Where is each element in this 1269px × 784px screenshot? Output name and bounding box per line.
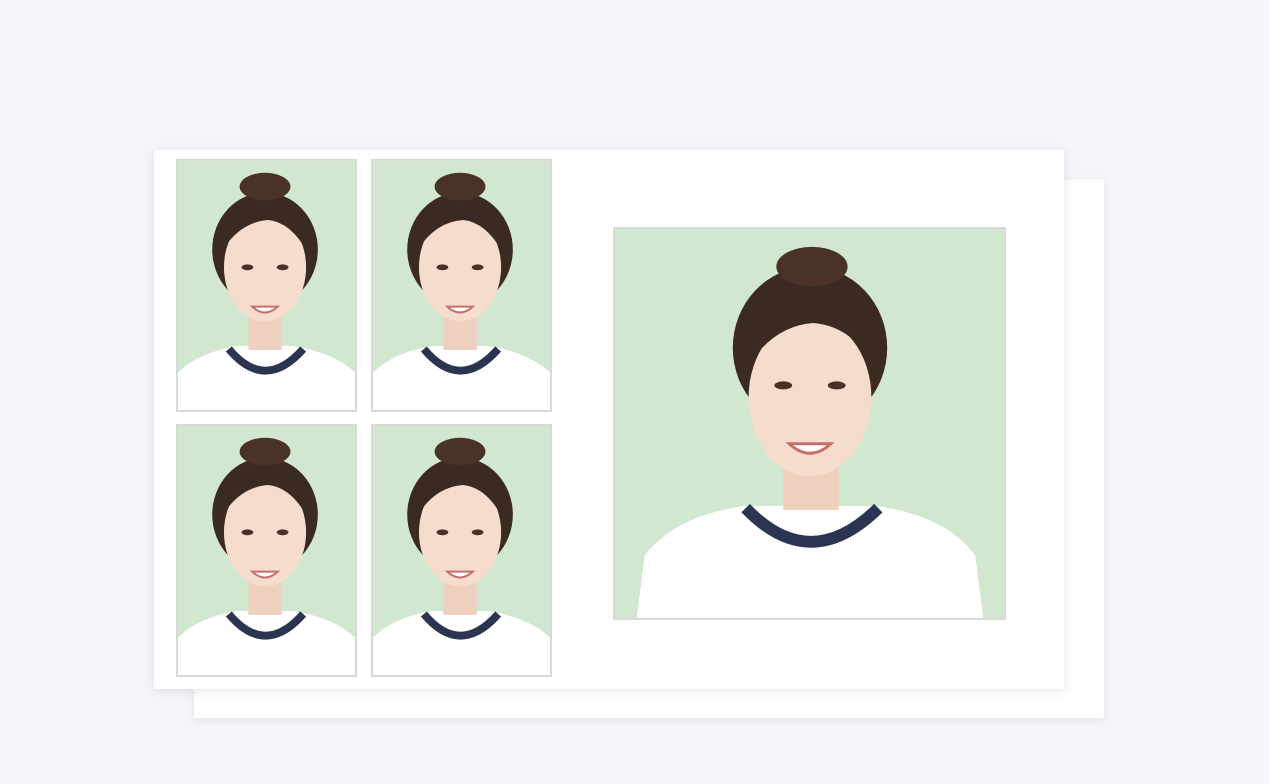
portrait-image: [178, 161, 355, 410]
small-id-photo-3: [176, 424, 357, 677]
front-print-sheet: [154, 150, 1064, 689]
portrait-image: [373, 426, 550, 675]
portrait-image: [615, 229, 1004, 618]
small-id-photo-4: [371, 424, 552, 677]
large-id-photo: [613, 227, 1006, 620]
small-id-photo-2: [371, 159, 552, 412]
portrait-image: [373, 161, 550, 410]
small-id-photo-1: [176, 159, 357, 412]
portrait-image: [178, 426, 355, 675]
